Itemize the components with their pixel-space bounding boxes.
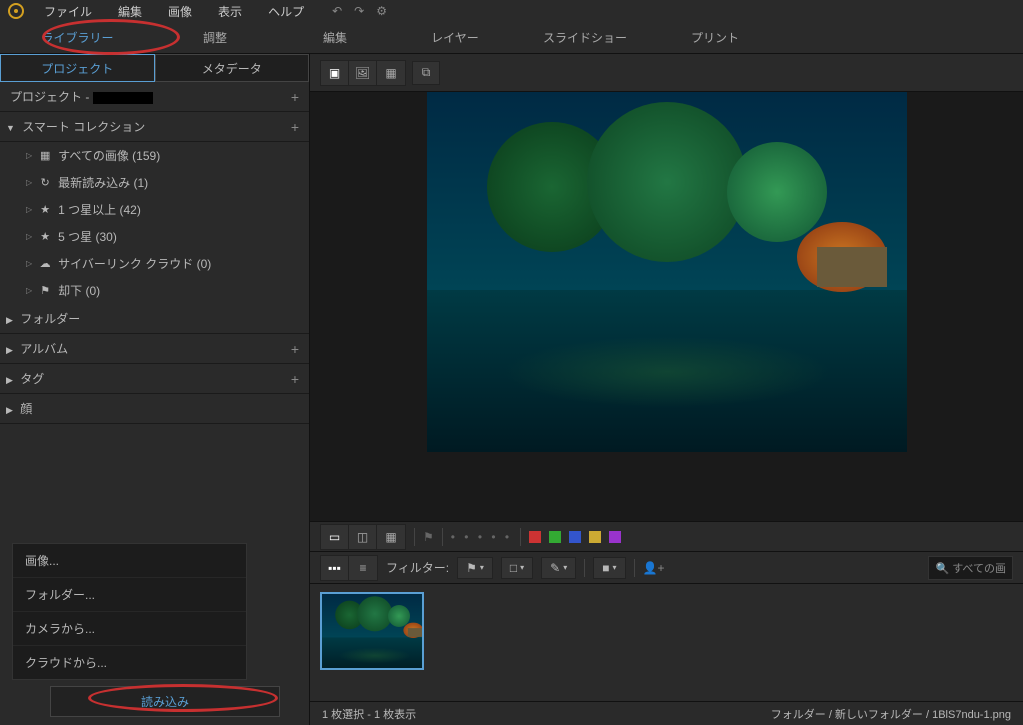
tab-layer[interactable]: レイヤー [395,23,515,52]
undo-icon[interactable]: ↶ [332,4,342,18]
view-toolbar: ▣ 🖼 ▦ ⧉ [310,54,1023,92]
tab-print[interactable]: プリント [655,23,775,52]
layout-single-icon[interactable]: ▭ [321,525,349,549]
add-project-icon[interactable]: + [291,89,299,105]
color-swatch-red[interactable] [529,531,541,543]
view-photo-icon[interactable]: 🖼 [349,61,377,85]
thumbnail-item[interactable] [320,592,424,670]
thumb-size-list-icon[interactable]: ≡ [349,556,377,580]
cloud-icon: ☁ [38,257,52,271]
color-swatch-green[interactable] [549,531,561,543]
import-image-item[interactable]: 画像... [13,544,246,578]
module-tabbar: ライブラリー 調整 編集 レイヤー スライドショー プリント [0,22,1023,54]
project-label: プロジェクト - [10,90,93,104]
tab-edit[interactable]: 編集 [275,23,395,52]
section-album[interactable]: ▶ アルバム+ [0,334,309,364]
preview-image[interactable] [427,92,907,452]
tree-label: 5 つ星 (30) [58,228,117,245]
selection-status: 1 枚選択 - 1 枚表示 [322,706,416,722]
menu-image[interactable]: 画像 [156,0,204,23]
thumb-size-small-icon[interactable]: ▪▪▪ [321,556,349,580]
section-folder[interactable]: ▶ フォルダー [0,304,309,334]
section-tag[interactable]: ▶ タグ+ [0,364,309,394]
view-grid-icon[interactable]: ▦ [377,61,405,85]
menu-edit[interactable]: 編集 [106,0,154,23]
tree-label: すべての画像 (159) [58,147,160,164]
tree-cloud[interactable]: ▷☁サイバーリンク クラウド (0) [0,250,309,277]
tree-label: サイバーリンク クラウド (0) [58,255,211,272]
tag-label: タグ [20,372,44,386]
tree-rejected[interactable]: ▷⚑却下 (0) [0,277,309,304]
rating-dots[interactable]: • • • • • [451,530,512,544]
star-icon: ★ [38,203,52,217]
tree-label: 1 つ星以上 (42) [58,201,141,218]
layout-toolbar: ▭ ◫ ▦ ⚑ • • • • • [310,521,1023,551]
flag-icon: ⚑ [38,284,52,298]
sidetab-metadata[interactable]: メタデータ [155,54,310,82]
import-cloud-item[interactable]: クラウドから... [13,646,246,679]
filter-label: フィルター: [386,559,449,576]
menu-view[interactable]: 表示 [206,0,254,23]
sidetab-project[interactable]: プロジェクト [0,54,155,82]
redo-icon[interactable]: ↷ [354,4,364,18]
content-area: ▣ 🖼 ▦ ⧉ ▭ [310,54,1023,725]
star-icon: ★ [38,230,52,244]
tree-recent-import[interactable]: ▷↻最新読み込み (1) [0,169,309,196]
reload-icon: ↻ [38,176,52,190]
album-label: アルバム [20,342,68,356]
color-swatch-yellow[interactable] [589,531,601,543]
folder-label: フォルダー [20,312,80,326]
add-person-icon[interactable]: 👤+ [643,561,665,575]
import-folder-item[interactable]: フォルダー... [13,578,246,612]
tree-label: 却下 (0) [58,282,100,299]
add-album-icon[interactable]: + [291,341,299,357]
status-bar: 1 枚選択 - 1 枚表示 フォルダー / 新しいフォルダー / 1BlS7nd… [310,701,1023,725]
view-single-icon[interactable]: ▣ [321,61,349,85]
color-swatch-blue[interactable] [569,531,581,543]
project-name-redacted [93,92,153,104]
color-swatch-purple[interactable] [609,531,621,543]
preview-area [310,92,1023,521]
tab-adjust[interactable]: 調整 [155,23,275,52]
thumbnail-strip [310,583,1023,701]
layout-split-icon[interactable]: ◫ [349,525,377,549]
menubar: ファイル 編集 画像 表示 ヘルプ ↶ ↷ ⚙ [0,0,1023,22]
app-logo-icon [8,3,24,19]
smart-collection-label: スマート コレクション [22,120,145,134]
sidebar: プロジェクト メタデータ プロジェクト - + ▼ スマート コレクション + … [0,54,310,725]
import-camera-item[interactable]: カメラから... [13,612,246,646]
grid-icon: ▦ [38,149,52,163]
filter-label-btn[interactable]: □▾ [501,557,533,579]
settings-icon[interactable]: ⚙ [376,4,387,18]
filter-color-btn[interactable]: ■▾ [593,557,625,579]
tab-library[interactable]: ライブラリー [0,23,155,52]
import-button[interactable]: 読み込み [50,686,280,717]
breadcrumb: フォルダー / 新しいフォルダー / 1BlS7ndu-1.png [771,706,1011,722]
section-face[interactable]: ▶ 顔 [0,394,309,424]
add-tag-icon[interactable]: + [291,371,299,387]
view-dual-icon[interactable]: ⧉ [412,61,440,85]
tab-slideshow[interactable]: スライドショー [515,23,655,52]
search-input[interactable]: 🔍 すべての画 [928,556,1013,580]
flag-icon[interactable]: ⚑ [423,530,434,544]
add-smart-collection-icon[interactable]: + [291,119,299,135]
project-row[interactable]: プロジェクト - + [0,82,309,112]
menu-file[interactable]: ファイル [32,0,104,23]
filter-flag-btn[interactable]: ⚑▾ [457,557,493,579]
section-smart-collection[interactable]: ▼ スマート コレクション + [0,112,309,142]
filter-toolbar: ▪▪▪ ≡ フィルター: ⚑▾ □▾ ✎▾ ■▾ 👤+ 🔍 すべての画 [310,551,1023,583]
import-context-menu: 画像... フォルダー... カメラから... クラウドから... [12,543,247,680]
face-label: 顔 [20,402,32,416]
tree-all-images[interactable]: ▷▦すべての画像 (159) [0,142,309,169]
menu-help[interactable]: ヘルプ [256,0,316,23]
layout-grid-icon[interactable]: ▦ [377,525,405,549]
filter-rating-btn[interactable]: ✎▾ [541,557,576,579]
tree-label: 最新読み込み (1) [58,174,148,191]
tree-five-star[interactable]: ▷★5 つ星 (30) [0,223,309,250]
tree-one-star[interactable]: ▷★1 つ星以上 (42) [0,196,309,223]
